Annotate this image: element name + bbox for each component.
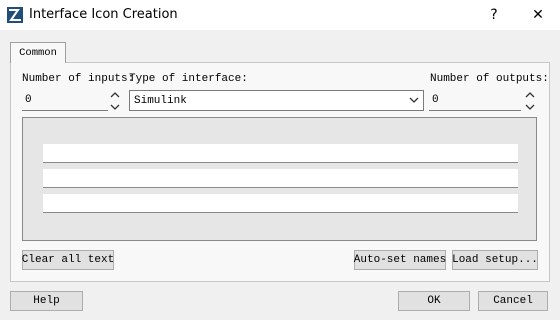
auto-set-names-label: Auto-set names bbox=[353, 254, 447, 266]
chevron-up-icon[interactable] bbox=[525, 91, 535, 98]
inputs-label: Number of inputs: bbox=[22, 73, 135, 85]
dropdown-chevron-icon bbox=[409, 97, 419, 103]
ok-label: OK bbox=[427, 295, 441, 307]
clear-all-text-label: Clear all text bbox=[21, 254, 115, 266]
help-label: Help bbox=[33, 295, 60, 307]
outputs-stepper[interactable] bbox=[525, 91, 535, 111]
close-button[interactable]: ✕ bbox=[516, 0, 560, 30]
load-setup-button[interactable]: Load setup... bbox=[452, 250, 538, 270]
chevron-down-icon[interactable] bbox=[525, 104, 535, 111]
close-icon: ✕ bbox=[532, 7, 544, 23]
port-names-panel bbox=[22, 117, 537, 241]
outputs-value: 0 bbox=[432, 94, 439, 106]
name-field-2[interactable] bbox=[43, 169, 518, 188]
cancel-label: Cancel bbox=[493, 295, 533, 307]
outputs-field[interactable]: 0 bbox=[429, 90, 521, 111]
title-bar: Interface Icon Creation ? ✕ bbox=[0, 0, 560, 30]
inputs-stepper[interactable] bbox=[110, 91, 120, 111]
help-title-button[interactable]: ? bbox=[472, 0, 516, 30]
chevron-up-icon[interactable] bbox=[110, 91, 120, 98]
chevron-down-icon[interactable] bbox=[110, 104, 120, 111]
tab-common[interactable]: Common bbox=[10, 42, 66, 63]
name-field-1[interactable] bbox=[43, 144, 518, 163]
name-field-3[interactable] bbox=[43, 194, 518, 213]
cancel-button[interactable]: Cancel bbox=[478, 291, 548, 311]
clear-all-text-button[interactable]: Clear all text bbox=[22, 250, 114, 270]
interface-type-value: Simulink bbox=[134, 94, 187, 107]
question-icon: ? bbox=[490, 7, 498, 23]
help-button[interactable]: Help bbox=[10, 291, 83, 311]
load-setup-label: Load setup... bbox=[452, 254, 538, 266]
ok-button[interactable]: OK bbox=[398, 291, 470, 311]
outputs-label: Number of outputs: bbox=[430, 73, 549, 85]
app-logo-icon bbox=[7, 7, 23, 23]
tab-common-label: Common bbox=[19, 47, 57, 59]
interface-type-select[interactable]: Simulink bbox=[129, 90, 424, 111]
auto-set-names-button[interactable]: Auto-set names bbox=[354, 250, 446, 270]
type-label: Type of interface: bbox=[129, 73, 248, 85]
inputs-field[interactable]: 0 bbox=[22, 90, 108, 111]
inputs-value: 0 bbox=[25, 94, 32, 106]
window-title: Interface Icon Creation bbox=[29, 7, 178, 22]
